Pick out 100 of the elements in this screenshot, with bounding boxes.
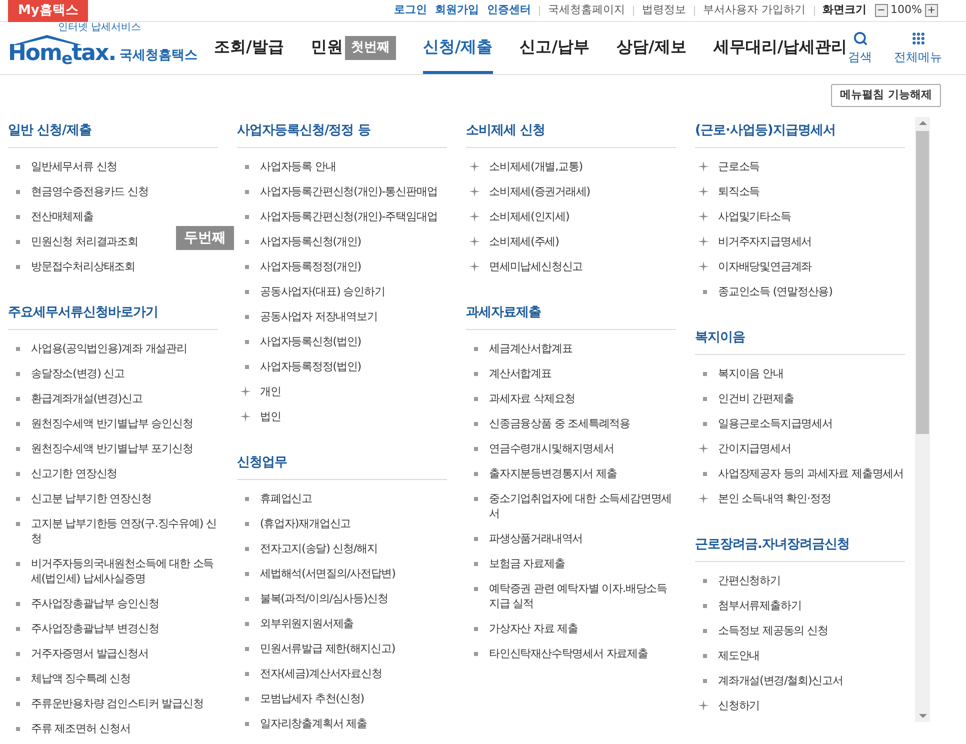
scroll-up-icon[interactable] — [918, 121, 926, 125]
nav-tab[interactable]: 조회/발급 — [214, 22, 284, 74]
menu-link[interactable]: 원천징수세액 반기별납부 포기신청 — [31, 441, 193, 456]
menu-link[interactable]: 비거주자지급명세서 — [718, 234, 812, 249]
menu-link[interactable]: 사업자등록 안내 — [260, 159, 336, 174]
menu-link[interactable]: 법인 — [260, 409, 281, 424]
menu-link[interactable]: 파생상품거래내역서 — [489, 531, 583, 546]
menu-link[interactable]: 계좌개설(변경/철회)신고서 — [718, 673, 843, 688]
menu-link[interactable]: 전자고지(송달) 신청/해지 — [260, 541, 378, 556]
menu-link[interactable]: 일자리창출계획서 제출 — [260, 716, 367, 731]
menu-link[interactable]: 이자배당및연금계좌 — [718, 259, 812, 274]
menu-link[interactable]: 비거주자등의국내원천소득에 대한 소득세(법인세) 납세사실증명 — [31, 556, 218, 586]
menu-link[interactable]: 거주자증명서 발급신청서 — [31, 646, 148, 661]
menu-link[interactable]: 출자지분등변경통지서 제출 — [489, 466, 617, 481]
header-link[interactable]: 부서사용자 가입하기 — [703, 2, 806, 19]
menu-link[interactable]: 신종금융상품 중 조세특례적용 — [489, 416, 630, 431]
menu-link[interactable]: 개인 — [260, 384, 281, 399]
account-link[interactable]: 회원가입 — [435, 2, 480, 19]
menu-link[interactable]: 세금계산서합계표 — [489, 341, 572, 356]
menu-link[interactable]: 고지분 납부기한등 연장(구.징수유예) 신청 — [31, 516, 218, 546]
header-link[interactable]: 법령정보 — [642, 2, 686, 19]
menu-link[interactable]: 원천징수세액 반기별납부 승인신청 — [31, 416, 193, 431]
menu-link[interactable]: 간편신청하기 — [718, 573, 780, 588]
menu-link[interactable]: 사업자등록신청(법인) — [260, 334, 361, 349]
account-link[interactable]: 인증센터 — [487, 2, 532, 19]
menu-link[interactable]: 예탁증권 관련 예탁자별 이자.배당소득 지급 실적 — [489, 581, 676, 611]
menu-link[interactable]: 중소기업취업자에 대한 소득세감면명세서 — [489, 491, 676, 521]
menu-link[interactable]: 사업자등록간편신청(개인)-주택임대업 — [260, 209, 438, 224]
scrollbar-thumb[interactable] — [916, 131, 929, 434]
menu-link[interactable]: 제도안내 — [718, 648, 760, 663]
plus-icon — [698, 443, 709, 454]
menu-link[interactable]: 주사업장총괄납부 승인신청 — [31, 596, 159, 611]
menu-link[interactable]: 보험금 자료제출 — [489, 556, 565, 571]
menu-link[interactable]: 사업용(공익법인용)계좌 개설관리 — [31, 341, 187, 356]
menu-link[interactable]: 신청하기 — [718, 698, 760, 713]
menu-link[interactable]: 세법해석(서면질의/사전답변) — [260, 566, 396, 581]
menu-link[interactable]: 연금수령개시및해지명세서 — [489, 441, 614, 456]
header-link[interactable]: 국세청홈페이지 — [548, 2, 626, 19]
zoom-out-button[interactable]: − — [874, 4, 888, 17]
menu-link[interactable]: 신고기한 연장신청 — [31, 466, 118, 481]
menu-link[interactable]: 소비제세(인지세) — [489, 209, 570, 224]
scrollbar[interactable] — [915, 117, 930, 722]
menu-link[interactable]: 인건비 간편제출 — [718, 391, 794, 406]
zoom-in-button[interactable]: + — [925, 4, 938, 17]
menu-link[interactable]: 사업및기타소득 — [718, 209, 791, 224]
menu-link[interactable]: 가상자산 자료 제출 — [489, 621, 578, 636]
menu-link[interactable]: 퇴직소득 — [718, 184, 760, 199]
menu-link[interactable]: 신고분 납부기한 연장신청 — [31, 491, 152, 506]
search-button[interactable]: 검색 — [848, 30, 872, 66]
menu-link[interactable]: 민원신청 처리결과조회 — [31, 234, 138, 249]
menu-link[interactable]: 소비제세(증권거래세) — [489, 184, 590, 199]
account-link[interactable]: 로그인 — [394, 2, 428, 19]
all-menu-button[interactable]: 전체메뉴 — [894, 30, 942, 66]
menu-link[interactable]: 주사업장총괄납부 변경신청 — [31, 621, 159, 636]
menu-link[interactable]: 사업자등록간편신청(개인)-통신판매업 — [260, 184, 438, 199]
menu-link[interactable]: 공동사업자 저장내역보기 — [260, 309, 378, 324]
menu-link[interactable]: 현금영수증전용카드 신청 — [31, 184, 148, 199]
menu-link[interactable]: 방문접수처리상태조회 — [31, 259, 136, 274]
menu-link[interactable]: 사업자등록신청(개인) — [260, 234, 361, 249]
menu-link[interactable]: 주류운반용차량 검인스티커 발급신청 — [31, 696, 204, 711]
bullet-icon — [245, 722, 249, 726]
menu-link[interactable]: 전산매체제출 — [31, 209, 94, 224]
menu-link[interactable]: 불복(과적/이의/심사등)신청 — [260, 591, 388, 606]
menu-link[interactable]: 사업자등록정정(개인) — [260, 259, 361, 274]
nav-tab[interactable]: 신청/제출 — [422, 22, 493, 74]
menu-link[interactable]: 소비제세(개별,교통) — [489, 159, 582, 174]
menu-link[interactable]: 휴폐업신고 — [260, 491, 312, 506]
menu-link[interactable]: 본인 소득내역 확인·정정 — [718, 491, 831, 506]
menu-link[interactable]: 소비제세(주세) — [489, 234, 559, 249]
nav-tab[interactable]: 상담/제보 — [616, 22, 686, 74]
scroll-down-icon[interactable] — [918, 714, 926, 718]
menu-link[interactable]: 전자(세금)계산서자료신청 — [260, 666, 382, 681]
menu-link[interactable]: 사업자등록정정(법인) — [260, 359, 361, 374]
menu-link[interactable]: 체납액 징수특례 신청 — [31, 671, 130, 686]
menu-link[interactable]: 소득정보 제공동의 신청 — [718, 623, 828, 638]
nav-tab[interactable]: 신고/납부 — [520, 22, 590, 74]
menu-link[interactable]: 주류 제조면허 신청서 — [31, 721, 130, 736]
menu-toggle-button[interactable]: 메뉴펼침 기능해제 — [831, 84, 941, 107]
menu-link[interactable]: (휴업자)재개업신고 — [260, 516, 351, 531]
menu-link[interactable]: 모범납세자 추천(신청) — [260, 691, 364, 706]
menu-link[interactable]: 사업장제공자 등의 과세자료 제출명세서 — [718, 466, 904, 481]
menu-link[interactable]: 송달장소(변경) 신고 — [31, 366, 124, 381]
menu-link[interactable]: 공동사업자(대표) 승인하기 — [260, 284, 385, 299]
menu-link[interactable]: 외부위원지원서제출 — [260, 616, 354, 631]
menu-link[interactable]: 면세미납세신청신고 — [489, 259, 583, 274]
menu-link[interactable]: 타인신탁재산수탁명세서 자료제출 — [489, 646, 648, 661]
menu-link[interactable]: 과세자료 삭제요청 — [489, 391, 576, 406]
menu-link[interactable]: 첨부서류제출하기 — [718, 598, 802, 613]
menu-link[interactable]: 복지이음 안내 — [718, 366, 784, 381]
nav-tab[interactable]: 세무대리/납세관리 — [713, 22, 848, 74]
menu-link[interactable]: 환급계좌개설(변경)신고 — [31, 391, 142, 406]
menu-link[interactable]: 일반세무서류 신청 — [31, 159, 118, 174]
menu-link[interactable]: 계산서합계표 — [489, 366, 552, 381]
menu-link[interactable]: 근로소득 — [718, 159, 760, 174]
my-hometax-tab[interactable]: My홈택스 — [8, 0, 88, 22]
menu-link[interactable]: 종교인소득 (연말정산용) — [718, 284, 832, 299]
menu-link[interactable]: 간이지급명세서 — [718, 441, 791, 456]
menu-link[interactable]: 일용근로소득지급명세서 — [718, 416, 832, 431]
menu-link[interactable]: 민원서류발급 제한(해지신고) — [260, 641, 396, 656]
nav-tab[interactable]: 민원 — [310, 22, 343, 74]
